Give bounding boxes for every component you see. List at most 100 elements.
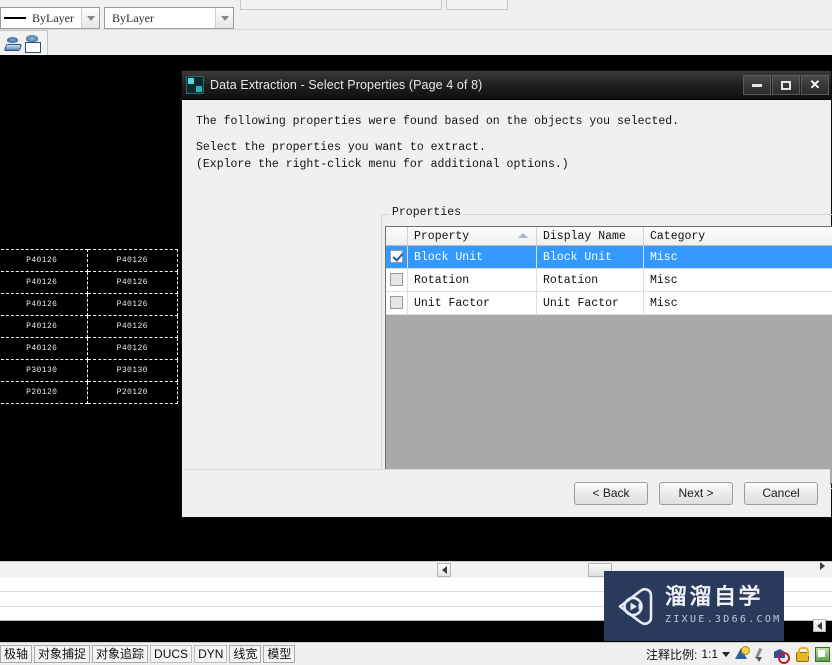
checkbox-checked-icon[interactable] bbox=[390, 250, 403, 264]
table-row: P40126 P40126 bbox=[0, 249, 178, 272]
column-header-checkbox[interactable] bbox=[386, 227, 408, 246]
annotation-scale-value: 1:1 bbox=[701, 647, 718, 661]
watermark-brand-en: ZIXUE.3D66.COM bbox=[665, 614, 782, 625]
checkbox-unchecked-icon[interactable] bbox=[390, 273, 403, 287]
maximize-icon[interactable] bbox=[772, 75, 800, 95]
toolbar-fragment-2 bbox=[446, 0, 508, 10]
status-button-dyn[interactable]: DYN bbox=[194, 645, 228, 663]
cell-category: Misc bbox=[643, 291, 832, 315]
cell-property: Block Unit bbox=[407, 245, 537, 269]
properties-table: Property Display Name Category Block Uni… bbox=[386, 227, 832, 315]
column-header-property[interactable]: Property bbox=[407, 227, 537, 246]
drawing-cell: P40126 bbox=[0, 271, 88, 294]
table-row: P20120 P20120 bbox=[0, 381, 178, 404]
chevron-down-icon[interactable] bbox=[81, 8, 99, 28]
annotation-scale-update-icon[interactable] bbox=[754, 646, 770, 662]
chevron-down-icon[interactable] bbox=[722, 651, 730, 657]
drawing-cell: P40126 bbox=[0, 293, 88, 316]
checkbox-unchecked-icon[interactable] bbox=[390, 296, 403, 310]
status-button-ducs[interactable]: DUCS bbox=[150, 645, 193, 663]
watermark-text: 溜溜自学 ZIXUE.3D66.COM bbox=[665, 587, 782, 625]
drawing-cell: P40126 bbox=[86, 293, 178, 316]
properties-table-head: Property Display Name Category bbox=[386, 227, 832, 246]
status-button-otrack[interactable]: 对象追踪 bbox=[92, 645, 149, 663]
annotation-visibility-icon[interactable] bbox=[734, 646, 750, 662]
status-bar: 极轴 对象捕捉 对象追踪 DUCS DYN 线宽 模型 注释比例: 1:1 bbox=[0, 642, 832, 665]
play-button-logo bbox=[614, 585, 656, 627]
instruction-line-3: (Explore the right-click menu for additi… bbox=[196, 158, 569, 171]
dialog-body: The following properties were found base… bbox=[183, 100, 832, 489]
cell-category: Misc bbox=[643, 268, 832, 292]
properties-table-container[interactable]: Property Display Name Category Block Uni… bbox=[385, 226, 832, 484]
table-row[interactable]: Rotation Rotation Misc bbox=[386, 268, 832, 292]
watermark-brand-cn: 溜溜自学 bbox=[665, 585, 764, 610]
color-control-value: ByLayer bbox=[32, 10, 74, 25]
dialog-titlebar[interactable]: Data Extraction - Select Properties (Pag… bbox=[182, 71, 831, 100]
chevron-down-icon[interactable] bbox=[215, 8, 233, 28]
drawing-cell: P40126 bbox=[86, 337, 178, 360]
status-button-osnap[interactable]: 对象捕捉 bbox=[34, 645, 91, 663]
table-row: P40126 P40126 bbox=[0, 271, 178, 294]
annotation-scale-control[interactable]: 注释比例: 1:1 bbox=[646, 646, 730, 663]
cell-display-name: Block Unit bbox=[536, 245, 644, 269]
row-checkbox-cell[interactable] bbox=[386, 291, 408, 315]
row-checkbox-cell[interactable] bbox=[386, 245, 408, 269]
table-row: P40126 P40126 bbox=[0, 315, 178, 338]
back-button[interactable]: < Back bbox=[574, 481, 648, 505]
command-scroll-right-icon[interactable] bbox=[813, 619, 826, 632]
drawing-cell: P40126 bbox=[0, 337, 88, 360]
cell-property: Unit Factor bbox=[407, 291, 537, 315]
ucs-icon[interactable] bbox=[774, 646, 790, 664]
window-buttons: ✕ bbox=[743, 75, 829, 95]
layer-properties-icon[interactable] bbox=[24, 34, 41, 53]
close-icon[interactable]: ✕ bbox=[801, 75, 829, 95]
color-swatch-line bbox=[4, 17, 26, 19]
data-extraction-dialog: Data Extraction - Select Properties (Pag… bbox=[181, 70, 832, 518]
cell-category: Misc bbox=[643, 245, 832, 269]
color-control-combo[interactable]: ByLayer bbox=[0, 7, 100, 29]
drawing-cell: P40126 bbox=[86, 271, 178, 294]
annotation-scale-label: 注释比例: bbox=[645, 647, 698, 662]
watermark-overlay: 溜溜自学 ZIXUE.3D66.COM bbox=[604, 571, 784, 641]
table-row[interactable]: Block Unit Block Unit Misc bbox=[386, 245, 832, 269]
scroll-right-icon[interactable] bbox=[818, 560, 830, 572]
scroll-left-icon[interactable] bbox=[437, 563, 451, 577]
lock-icon[interactable] bbox=[794, 646, 810, 662]
cell-property: Rotation bbox=[407, 268, 537, 292]
app-status-icon[interactable] bbox=[814, 646, 830, 662]
row-checkbox-cell[interactable] bbox=[386, 268, 408, 292]
dialog-instructions: The following properties were found base… bbox=[196, 113, 818, 173]
drawing-cell: P20120 bbox=[0, 381, 88, 404]
cancel-button[interactable]: Cancel bbox=[744, 481, 818, 505]
status-bar-right: 注释比例: 1:1 bbox=[646, 643, 832, 665]
layers-toolbar bbox=[0, 29, 832, 56]
properties-group: Properties Property Display Name Categor… bbox=[381, 206, 832, 489]
instruction-line-2: Select the properties you want to extrac… bbox=[196, 141, 486, 154]
next-button[interactable]: Next > bbox=[659, 481, 733, 505]
cell-display-name: Unit Factor bbox=[536, 291, 644, 315]
table-row: P40126 P40126 bbox=[0, 337, 178, 360]
drawing-block-table: P40126 P40126 P40126 P40126 P40126 P4012… bbox=[0, 249, 178, 404]
screen-root: ByLayer ByLayer P40126 P40126 P40126 P40… bbox=[0, 0, 832, 665]
status-button-polar[interactable]: 极轴 bbox=[0, 645, 33, 663]
table-row: P30130 P30130 bbox=[0, 359, 178, 382]
column-header-display-name[interactable]: Display Name bbox=[536, 227, 644, 246]
status-button-lineweight[interactable]: 线宽 bbox=[229, 645, 262, 663]
drawing-table-body: P40126 P40126 P40126 P40126 P40126 P4012… bbox=[0, 249, 178, 404]
linetype-control-value: ByLayer bbox=[112, 10, 154, 25]
properties-header-row: Property Display Name Category bbox=[386, 227, 832, 246]
column-header-property-label: Property bbox=[414, 229, 470, 243]
minimize-icon[interactable] bbox=[743, 75, 771, 95]
status-button-model[interactable]: 模型 bbox=[263, 645, 296, 663]
column-header-category[interactable]: Category bbox=[643, 227, 832, 246]
properties-group-label: Properties bbox=[389, 206, 465, 219]
table-row: P40126 P40126 bbox=[0, 293, 178, 316]
layers-icon[interactable] bbox=[4, 35, 21, 52]
drawing-cell: P40126 bbox=[0, 315, 88, 338]
properties-table-body: Block Unit Block Unit Misc Rotation Rota… bbox=[386, 245, 832, 315]
drawing-cell: P20120 bbox=[86, 381, 178, 404]
drawing-cell: P40126 bbox=[0, 249, 88, 272]
linetype-control-combo[interactable]: ByLayer bbox=[104, 7, 234, 29]
table-row[interactable]: Unit Factor Unit Factor Misc bbox=[386, 291, 832, 315]
toolbar-fragment-1 bbox=[240, 0, 442, 10]
